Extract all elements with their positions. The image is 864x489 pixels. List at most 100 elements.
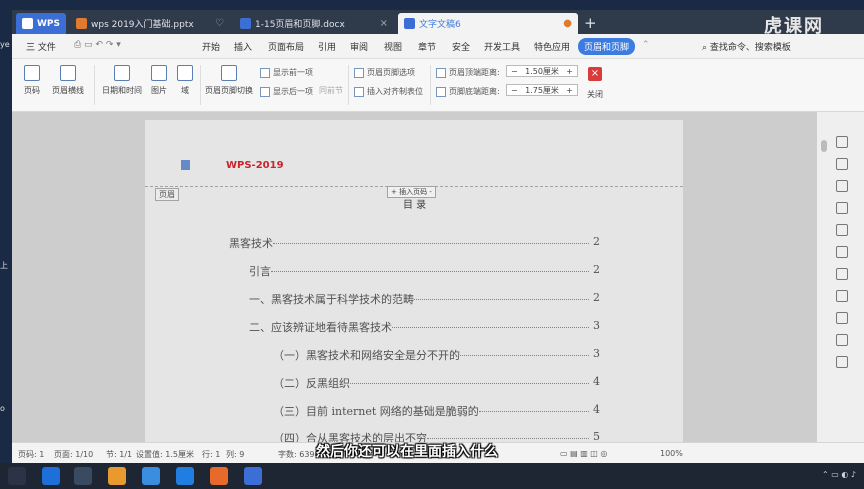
select-icon[interactable] (836, 136, 848, 148)
toc-entry[interactable]: 一、黑客技术属于科学技术的范畴 (249, 291, 589, 307)
header-border-icon (60, 65, 76, 81)
toc-entry-text: 二、应该辨证地看待黑客技术 (249, 321, 392, 334)
menu-chapter[interactable]: 章节 (418, 40, 436, 53)
menu-insert[interactable]: 插入 (234, 40, 252, 53)
file-menu[interactable]: 三 文件 (26, 40, 56, 53)
date-time-button[interactable]: 日期和时间 (100, 65, 144, 96)
header-footer-switch-button[interactable]: 页眉页脚切换 (204, 65, 254, 96)
new-tab-button[interactable]: + (584, 14, 597, 32)
help-icon[interactable] (836, 356, 848, 368)
close-icon[interactable]: × (380, 18, 388, 29)
menu-special[interactable]: 特色应用 (534, 40, 570, 53)
browser-icon[interactable] (74, 467, 92, 485)
m-app-icon[interactable] (176, 467, 194, 485)
field-button[interactable]: 域 (174, 65, 196, 96)
toc-entry[interactable]: 黑客技术 (229, 235, 589, 251)
header-border-button[interactable]: 页眉横线 (48, 65, 88, 96)
insert-align-tab-button[interactable]: 插入对齐制表位 (354, 86, 423, 97)
decrement-icon[interactable]: − (511, 86, 518, 95)
increment-icon[interactable]: + (566, 67, 573, 76)
header-layout-icon[interactable] (181, 160, 190, 170)
heart-icon[interactable]: ♡ (215, 18, 224, 29)
toc-page-number: 2 (593, 235, 600, 248)
history-icon[interactable] (836, 312, 848, 324)
menu-page-layout[interactable]: 页面布局 (268, 40, 304, 53)
menu-reference[interactable]: 引用 (318, 40, 336, 53)
firefox-icon[interactable] (210, 467, 228, 485)
toc-page-number: 4 (593, 403, 600, 416)
vertical-scrollbar[interactable] (821, 140, 827, 152)
menu-start[interactable]: 开始 (202, 40, 220, 53)
header-top-distance-input[interactable]: − 1.50厘米 + (506, 65, 578, 77)
prev-icon (260, 67, 270, 78)
zoom-level[interactable]: 100% (660, 449, 683, 458)
settings-icon[interactable] (836, 290, 848, 302)
menu-developer[interactable]: 开发工具 (484, 40, 520, 53)
quick-access-toolbar[interactable]: ⎙ ▭ ↶ ↷ ▾ (74, 40, 121, 50)
share-icon[interactable] (836, 246, 848, 258)
app-icon[interactable] (108, 467, 126, 485)
show-next-button[interactable]: 显示后一项 (260, 86, 313, 97)
menu-review[interactable]: 审阅 (350, 40, 368, 53)
translate-icon[interactable] (836, 334, 848, 346)
page-number-button[interactable]: 页码 (18, 65, 46, 96)
header-footer-options-button[interactable]: 页眉页脚选项 (354, 67, 415, 78)
view-mode-icons[interactable]: ▭ ▤ ▥ ◫ ◎ (560, 449, 607, 458)
unsaved-dot-icon[interactable]: ● (563, 18, 572, 29)
wps-taskbar-icon[interactable] (244, 467, 262, 485)
document-area: WPS-2019 页眉 + 插入页码 - 目 录 黑客技术 2 引言 2 一、黑客技术属… (12, 112, 817, 450)
ribbon-separator (430, 65, 431, 105)
toc-leader-dots (392, 327, 589, 328)
same-as-previous-button[interactable]: 同前节 (318, 85, 344, 96)
status-page: 页码: 1 (18, 450, 45, 459)
library-icon[interactable] (836, 224, 848, 236)
system-tray[interactable]: ⌃ ▭ ◐ ♪ (822, 470, 856, 479)
toc-entry[interactable]: （三）目前 internet 网络的基础是脆弱的 (273, 403, 589, 419)
footer-bottom-distance-input[interactable]: − 1.75厘米 + (506, 84, 578, 96)
header-top-distance-label: 页眉顶端距离: (436, 67, 500, 78)
menu-view[interactable]: 视图 (384, 40, 402, 53)
right-side-panel (817, 112, 864, 442)
show-prev-button[interactable]: 显示前一项 (260, 67, 313, 78)
property-icon[interactable] (836, 202, 848, 214)
toc-entry-text: （三）目前 internet 网络的基础是脆弱的 (273, 405, 479, 418)
close-label[interactable]: 关闭 (582, 89, 608, 100)
picture-button[interactable]: 图片 (146, 65, 172, 96)
search-icon: ⌕ (702, 43, 708, 53)
document-page[interactable]: WPS-2019 页眉 + 插入页码 - 目 录 黑客技术 2 引言 2 一、黑客技术属… (145, 120, 683, 450)
toc-entry[interactable]: 引言 (249, 263, 589, 279)
menu-header-footer[interactable]: 页眉和页脚 (578, 38, 636, 55)
backup-icon[interactable] (836, 268, 848, 280)
next-icon (260, 86, 270, 97)
toc-page-number: 3 (593, 347, 600, 360)
tab-pptx[interactable]: wps 2019入门基础.pptx ♡ (70, 13, 230, 34)
desktop-text: ye (0, 40, 10, 49)
toc-entry-text: （一）黑客技术和网络安全是分不开的 (273, 349, 460, 362)
desktop-text: o (0, 404, 5, 413)
tab-wps-home[interactable]: WPS (16, 13, 66, 34)
field-icon (177, 65, 193, 81)
header-footer-ribbon: 页码 页眉横线 日期和时间 图片 域 页眉页脚切换 显示前一项 显示后一项 同前… (12, 59, 864, 112)
mail-icon[interactable] (142, 467, 160, 485)
toc-entry[interactable]: 二、应该辨证地看待黑客技术 (249, 319, 589, 335)
header-label: 页眉 (155, 188, 179, 201)
footer-bottom-distance-label: 页脚底端距离: (436, 86, 500, 97)
tab-document6[interactable]: 文字文稿6 ● (398, 13, 578, 34)
toc-leader-dots (460, 355, 589, 356)
menu-security[interactable]: 安全 (452, 40, 470, 53)
shape-icon[interactable] (836, 180, 848, 192)
desktop-text: 上 (0, 261, 8, 270)
ribbon-collapse-icon[interactable]: ⌃ (642, 40, 650, 50)
increment-icon[interactable]: + (566, 86, 573, 95)
windows-start-icon[interactable] (8, 467, 26, 485)
page-number-icon (24, 65, 40, 81)
toc-entry[interactable]: （二）反黑组织 (273, 375, 589, 391)
edge-icon[interactable] (42, 467, 60, 485)
toc-entry[interactable]: （一）黑客技术和网络安全是分不开的 (273, 347, 589, 363)
close-header-footer-button[interactable]: × (588, 67, 602, 81)
tab-docx[interactable]: 1-15页眉和页脚.docx × (234, 13, 394, 34)
style-icon[interactable] (836, 158, 848, 170)
header-text[interactable]: WPS-2019 (226, 160, 284, 171)
decrement-icon[interactable]: − (511, 67, 518, 76)
command-search[interactable]: ⌕ 查找命令、搜索模板 (702, 40, 791, 53)
